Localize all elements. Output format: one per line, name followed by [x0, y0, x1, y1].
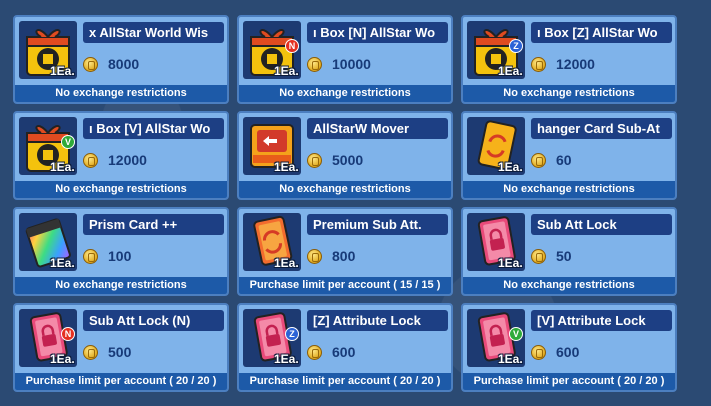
coin-icon	[83, 344, 98, 360]
coin-icon	[531, 152, 546, 168]
price-row: 12000	[83, 149, 224, 171]
shop-item-sub-att-lock-n[interactable]: N Sub Att Lock (N) 500 1Ea. Purchase lim…	[13, 303, 229, 392]
item-quantity: 1Ea.	[50, 64, 75, 78]
item-name: [Z] Attribute Lock	[307, 310, 448, 331]
coin-icon	[307, 56, 322, 72]
price-row: 50	[531, 245, 672, 267]
item-price: 60	[556, 152, 572, 168]
item-price: 10000	[332, 56, 371, 72]
price-row: 10000	[307, 53, 448, 75]
v-attribute-badge-icon: V	[61, 135, 75, 149]
shop-item-allstarw-mover[interactable]: AllStarW Mover 5000 1Ea. No exchange res…	[237, 111, 453, 200]
price-row: 600	[307, 341, 448, 363]
item-price: 8000	[108, 56, 140, 72]
coin-icon	[307, 248, 322, 264]
item-price: 600	[556, 344, 580, 360]
item-price: 100	[108, 248, 132, 264]
item-restriction: Purchase limit per account ( 20 / 20 )	[463, 373, 675, 390]
item-name: AllStarW Mover	[307, 118, 448, 139]
item-restriction: No exchange restrictions	[15, 277, 227, 294]
item-quantity: 1Ea.	[50, 352, 75, 366]
coin-icon	[531, 56, 546, 72]
shop-item-allstar-world-wish-box[interactable]: x AllStar World Wis 8000 1Ea. No exchang…	[13, 15, 229, 104]
n-attribute-badge-icon: N	[61, 327, 75, 341]
price-row: 12000	[531, 53, 672, 75]
item-price: 5000	[332, 152, 364, 168]
coin-icon	[83, 56, 98, 72]
item-name: [V] Attribute Lock	[531, 310, 672, 331]
item-quantity: 1Ea.	[50, 160, 75, 174]
item-name: hanger Card Sub-At	[531, 118, 672, 139]
item-name: Sub Att Lock	[531, 214, 672, 235]
coin-icon	[83, 152, 98, 168]
n-attribute-badge-icon: N	[285, 39, 299, 53]
shop-item-card-sub-att-changer[interactable]: hanger Card Sub-At 60 1Ea. No exchange r…	[461, 111, 677, 200]
item-restriction: No exchange restrictions	[463, 181, 675, 198]
shop-item-z-allstar-world-box[interactable]: Z ı Box [Z] AllStar Wo 12000 1Ea. No exc…	[461, 15, 677, 104]
item-restriction: Purchase limit per account ( 15 / 15 )	[239, 277, 451, 294]
price-row: 500	[83, 341, 224, 363]
item-restriction: Purchase limit per account ( 20 / 20 )	[15, 373, 227, 390]
item-name: Prism Card ++	[83, 214, 224, 235]
item-restriction: No exchange restrictions	[463, 277, 675, 294]
price-row: 600	[531, 341, 672, 363]
item-price: 50	[556, 248, 572, 264]
item-name: ı Box [Z] AllStar Wo	[531, 22, 672, 43]
shop-item-v-allstar-world-box[interactable]: V ı Box [V] AllStar Wo 12000 1Ea. No exc…	[13, 111, 229, 200]
shop-item-z-attribute-lock[interactable]: Z [Z] Attribute Lock 600 1Ea. Purchase l…	[237, 303, 453, 392]
price-row: 60	[531, 149, 672, 171]
item-restriction: No exchange restrictions	[463, 85, 675, 102]
price-row: 800	[307, 245, 448, 267]
item-quantity: 1Ea.	[498, 160, 523, 174]
item-restriction: Purchase limit per account ( 20 / 20 )	[239, 373, 451, 390]
item-quantity: 1Ea.	[498, 64, 523, 78]
item-name: ı Box [N] AllStar Wo	[307, 22, 448, 43]
item-price: 600	[332, 344, 356, 360]
shop-item-n-allstar-world-box[interactable]: N ı Box [N] AllStar Wo 10000 1Ea. No exc…	[237, 15, 453, 104]
coin-icon	[83, 248, 98, 264]
shop-item-v-attribute-lock[interactable]: V [V] Attribute Lock 600 1Ea. Purchase l…	[461, 303, 677, 392]
item-name: Sub Att Lock (N)	[83, 310, 224, 331]
item-quantity: 1Ea.	[274, 256, 299, 270]
coin-icon	[307, 344, 322, 360]
z-attribute-badge-icon: Z	[509, 39, 523, 53]
item-restriction: No exchange restrictions	[15, 181, 227, 198]
item-quantity: 1Ea.	[50, 256, 75, 270]
item-quantity: 1Ea.	[498, 352, 523, 366]
shop-item-prism-card-plus-plus[interactable]: Prism Card ++ 100 1Ea. No exchange restr…	[13, 207, 229, 296]
item-price: 12000	[556, 56, 595, 72]
item-quantity: 1Ea.	[274, 352, 299, 366]
item-quantity: 1Ea.	[274, 160, 299, 174]
item-price: 12000	[108, 152, 147, 168]
item-name: x AllStar World Wis	[83, 22, 224, 43]
price-row: 8000	[83, 53, 224, 75]
item-restriction: No exchange restrictions	[239, 181, 451, 198]
price-row: 100	[83, 245, 224, 267]
z-attribute-badge-icon: Z	[285, 327, 299, 341]
coin-icon	[307, 152, 322, 168]
coin-icon	[531, 248, 546, 264]
item-quantity: 1Ea.	[274, 64, 299, 78]
shop-item-sub-att-lock[interactable]: Sub Att Lock 50 1Ea. No exchange restric…	[461, 207, 677, 296]
shop-item-premium-sub-att[interactable]: Premium Sub Att. 800 1Ea. Purchase limit…	[237, 207, 453, 296]
item-name: Premium Sub Att.	[307, 214, 448, 235]
shop-grid: x AllStar World Wis 8000 1Ea. No exchang…	[13, 15, 677, 392]
item-restriction: No exchange restrictions	[15, 85, 227, 102]
item-restriction: No exchange restrictions	[239, 85, 451, 102]
item-name: ı Box [V] AllStar Wo	[83, 118, 224, 139]
item-price: 800	[332, 248, 356, 264]
price-row: 5000	[307, 149, 448, 171]
item-quantity: 1Ea.	[498, 256, 523, 270]
coin-icon	[531, 344, 546, 360]
v-attribute-badge-icon: V	[509, 327, 523, 341]
item-price: 500	[108, 344, 132, 360]
